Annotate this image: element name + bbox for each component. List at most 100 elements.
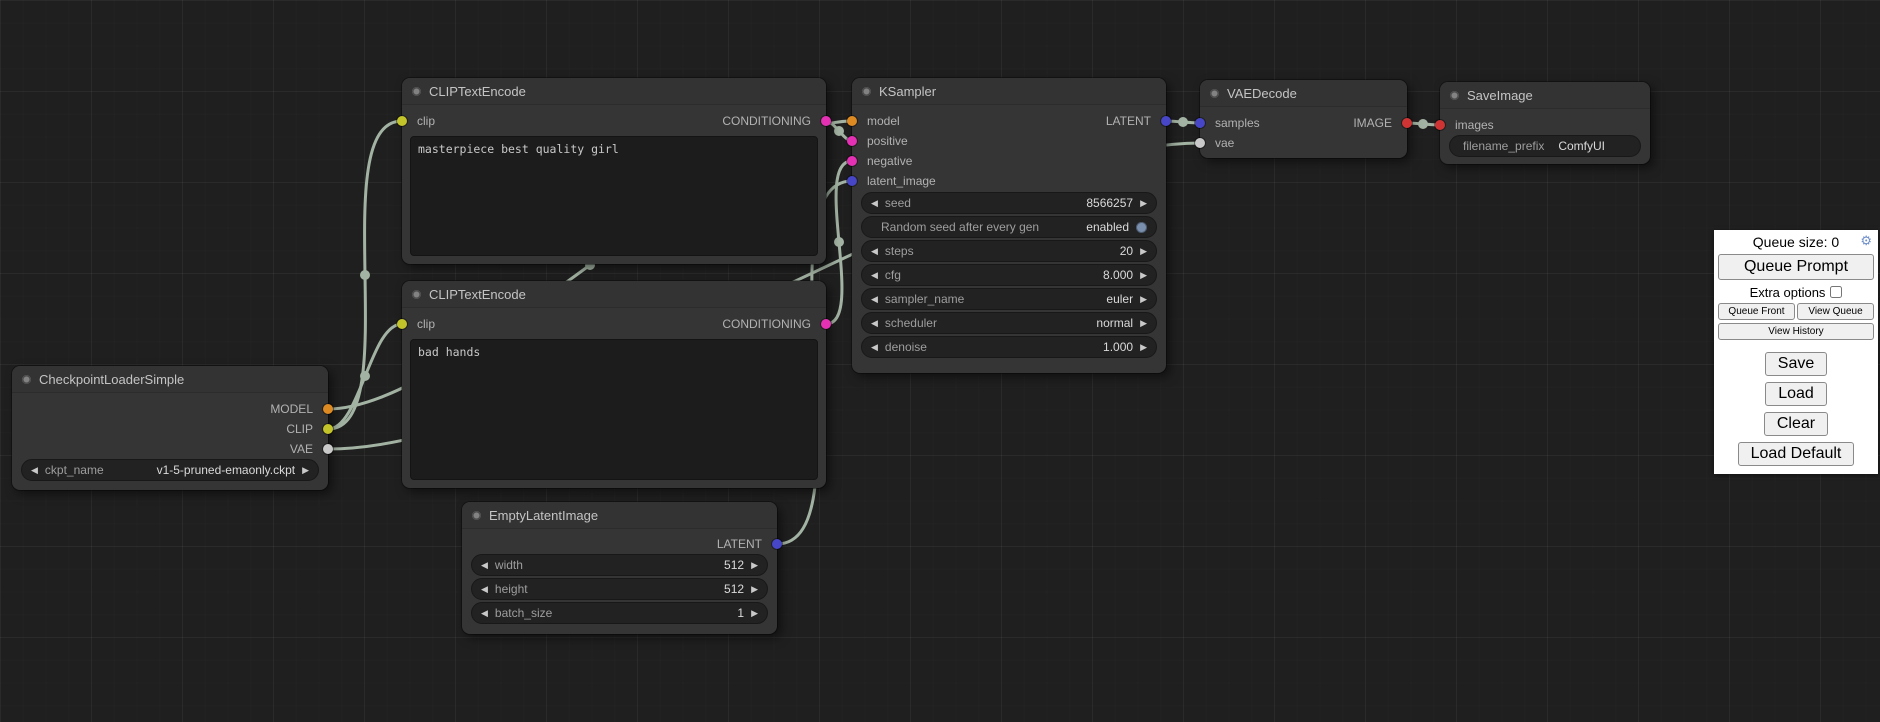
link-midpoint-dot[interactable] [834, 237, 844, 247]
decrement-arrow-icon[interactable]: ◀ [481, 585, 488, 594]
node-title-bar[interactable]: VAEDecode [1200, 80, 1407, 107]
node-cliptextencode-positive[interactable]: CLIPTextEncode clip CONDITIONING masterp… [402, 78, 826, 264]
input-slot-dot-vae[interactable] [1195, 138, 1205, 148]
increment-arrow-icon[interactable]: ▶ [751, 585, 758, 594]
prompt-textarea[interactable]: masterpiece best quality girl [410, 136, 818, 256]
node-canvas[interactable]: CheckpointLoaderSimple MODEL CLIP VAE ◀ … [0, 0, 1880, 722]
node-title-bar[interactable]: CheckpointLoaderSimple [12, 366, 328, 393]
toggle-dot-icon[interactable] [1136, 222, 1147, 233]
decrement-arrow-icon[interactable]: ◀ [481, 561, 488, 570]
decrement-arrow-icon[interactable]: ◀ [871, 271, 878, 280]
increment-arrow-icon[interactable]: ▶ [751, 561, 758, 570]
increment-arrow-icon[interactable]: ▶ [1140, 199, 1147, 208]
input-slot-dot-positive[interactable] [847, 136, 857, 146]
output-slot-dot-latent[interactable] [772, 539, 782, 549]
output-slot-dot-image[interactable] [1402, 118, 1412, 128]
node-emptylatentimage[interactable]: EmptyLatentImage LATENT ◀ width 512 ▶ ◀ … [462, 502, 777, 634]
increment-arrow-icon[interactable]: ▶ [751, 609, 758, 618]
widget-width[interactable]: ◀ width 512 ▶ [471, 554, 768, 576]
widget-scheduler[interactable]: ◀ scheduler normal ▶ [861, 312, 1157, 334]
output-slot-dot-conditioning[interactable] [821, 116, 831, 126]
widget-label: filename_prefix [1463, 139, 1544, 153]
save-button[interactable]: Save [1765, 352, 1827, 376]
increment-arrow-icon[interactable]: ▶ [1140, 271, 1147, 280]
node-status-dot-icon [862, 87, 871, 96]
node-status-dot-icon [412, 87, 421, 96]
node-title-bar[interactable]: SaveImage [1440, 82, 1650, 109]
output-slot-label: LATENT [717, 537, 762, 551]
input-slot-label: positive [867, 134, 908, 148]
load-default-button[interactable]: Load Default [1738, 442, 1855, 466]
node-vaedecode[interactable]: VAEDecode samples IMAGE vae [1200, 80, 1407, 158]
widget-ckpt-name[interactable]: ◀ ckpt_name v1-5-pruned-emaonly.ckpt ▶ [21, 459, 319, 481]
settings-gear-icon[interactable]: ⚙ [1860, 234, 1872, 247]
node-title-bar[interactable]: EmptyLatentImage [462, 502, 777, 529]
output-slot-latent: LATENT [1106, 111, 1166, 131]
output-slot-label: CLIP [286, 422, 313, 436]
queue-size-label: Queue size: [1753, 234, 1828, 250]
input-slot-dot-latent-image[interactable] [847, 176, 857, 186]
node-title-bar[interactable]: CLIPTextEncode [402, 78, 826, 105]
increment-arrow-icon[interactable]: ▶ [302, 466, 309, 475]
output-slot-dot-latent[interactable] [1161, 116, 1171, 126]
input-slot-label: vae [1215, 136, 1234, 150]
decrement-arrow-icon[interactable]: ◀ [871, 295, 878, 304]
prompt-textarea[interactable]: bad hands [410, 339, 818, 480]
input-slot-dot-images[interactable] [1435, 120, 1445, 130]
increment-arrow-icon[interactable]: ▶ [1140, 247, 1147, 256]
queue-prompt-button[interactable]: Queue Prompt [1718, 254, 1874, 280]
input-slot-dot-samples[interactable] [1195, 118, 1205, 128]
node-saveimage[interactable]: SaveImage images filename_prefix ComfyUI [1440, 82, 1650, 164]
widget-batch-size[interactable]: ◀ batch_size 1 ▶ [471, 602, 768, 624]
widget-filename-prefix[interactable]: filename_prefix ComfyUI [1449, 135, 1641, 157]
output-slot-vae: VAE [290, 439, 328, 459]
widget-seed[interactable]: ◀ seed 8566257 ▶ [861, 192, 1157, 214]
increment-arrow-icon[interactable]: ▶ [1140, 295, 1147, 304]
decrement-arrow-icon[interactable]: ◀ [871, 199, 878, 208]
input-slot-dot-negative[interactable] [847, 156, 857, 166]
decrement-arrow-icon[interactable]: ◀ [481, 609, 488, 618]
queue-front-button[interactable]: Queue Front [1718, 303, 1795, 320]
node-title: VAEDecode [1227, 86, 1297, 101]
view-queue-button[interactable]: View Queue [1797, 303, 1874, 320]
input-slot-dot-clip[interactable] [397, 116, 407, 126]
extra-options-checkbox[interactable] [1830, 286, 1842, 298]
node-ksampler[interactable]: KSampler model LATENT positive negative … [852, 78, 1166, 373]
node-title-bar[interactable]: CLIPTextEncode [402, 281, 826, 308]
clear-button[interactable]: Clear [1764, 412, 1828, 436]
link-midpoint-dot[interactable] [360, 270, 370, 280]
decrement-arrow-icon[interactable]: ◀ [871, 247, 878, 256]
view-history-button[interactable]: View History [1718, 323, 1874, 340]
widget-sampler-name[interactable]: ◀ sampler_name euler ▶ [861, 288, 1157, 310]
node-title-bar[interactable]: KSampler [852, 78, 1166, 105]
increment-arrow-icon[interactable]: ▶ [1140, 343, 1147, 352]
widget-value: 512 [724, 558, 744, 572]
load-button[interactable]: Load [1765, 382, 1827, 406]
increment-arrow-icon[interactable]: ▶ [1140, 319, 1147, 328]
link-midpoint-dot[interactable] [1418, 119, 1428, 129]
widget-random-seed-toggle[interactable]: Random seed after every gen enabled [861, 216, 1157, 238]
node-cliptextencode-negative[interactable]: CLIPTextEncode clip CONDITIONING bad han… [402, 281, 826, 488]
output-slot-dot-model[interactable] [323, 404, 333, 414]
input-slot-label: negative [867, 154, 912, 168]
output-slot-dot-conditioning[interactable] [821, 319, 831, 329]
widget-denoise[interactable]: ◀ denoise 1.000 ▶ [861, 336, 1157, 358]
node-title: EmptyLatentImage [489, 508, 598, 523]
widget-cfg[interactable]: ◀ cfg 8.000 ▶ [861, 264, 1157, 286]
input-slot-label: latent_image [867, 174, 936, 188]
widget-height[interactable]: ◀ height 512 ▶ [471, 578, 768, 600]
input-slot-dot-model[interactable] [847, 116, 857, 126]
link-midpoint-dot[interactable] [1178, 117, 1188, 127]
decrement-arrow-icon[interactable]: ◀ [871, 319, 878, 328]
output-slot-dot-clip[interactable] [323, 424, 333, 434]
link-midpoint-dot[interactable] [360, 371, 370, 381]
output-slot-dot-vae[interactable] [323, 444, 333, 454]
node-checkpointloadersimple[interactable]: CheckpointLoaderSimple MODEL CLIP VAE ◀ … [12, 366, 328, 490]
decrement-arrow-icon[interactable]: ◀ [31, 466, 38, 475]
input-slot-positive: positive [852, 131, 908, 151]
output-slot-latent: LATENT [717, 534, 777, 554]
link-midpoint-dot[interactable] [834, 126, 844, 136]
input-slot-dot-clip[interactable] [397, 319, 407, 329]
widget-steps[interactable]: ◀ steps 20 ▶ [861, 240, 1157, 262]
decrement-arrow-icon[interactable]: ◀ [871, 343, 878, 352]
